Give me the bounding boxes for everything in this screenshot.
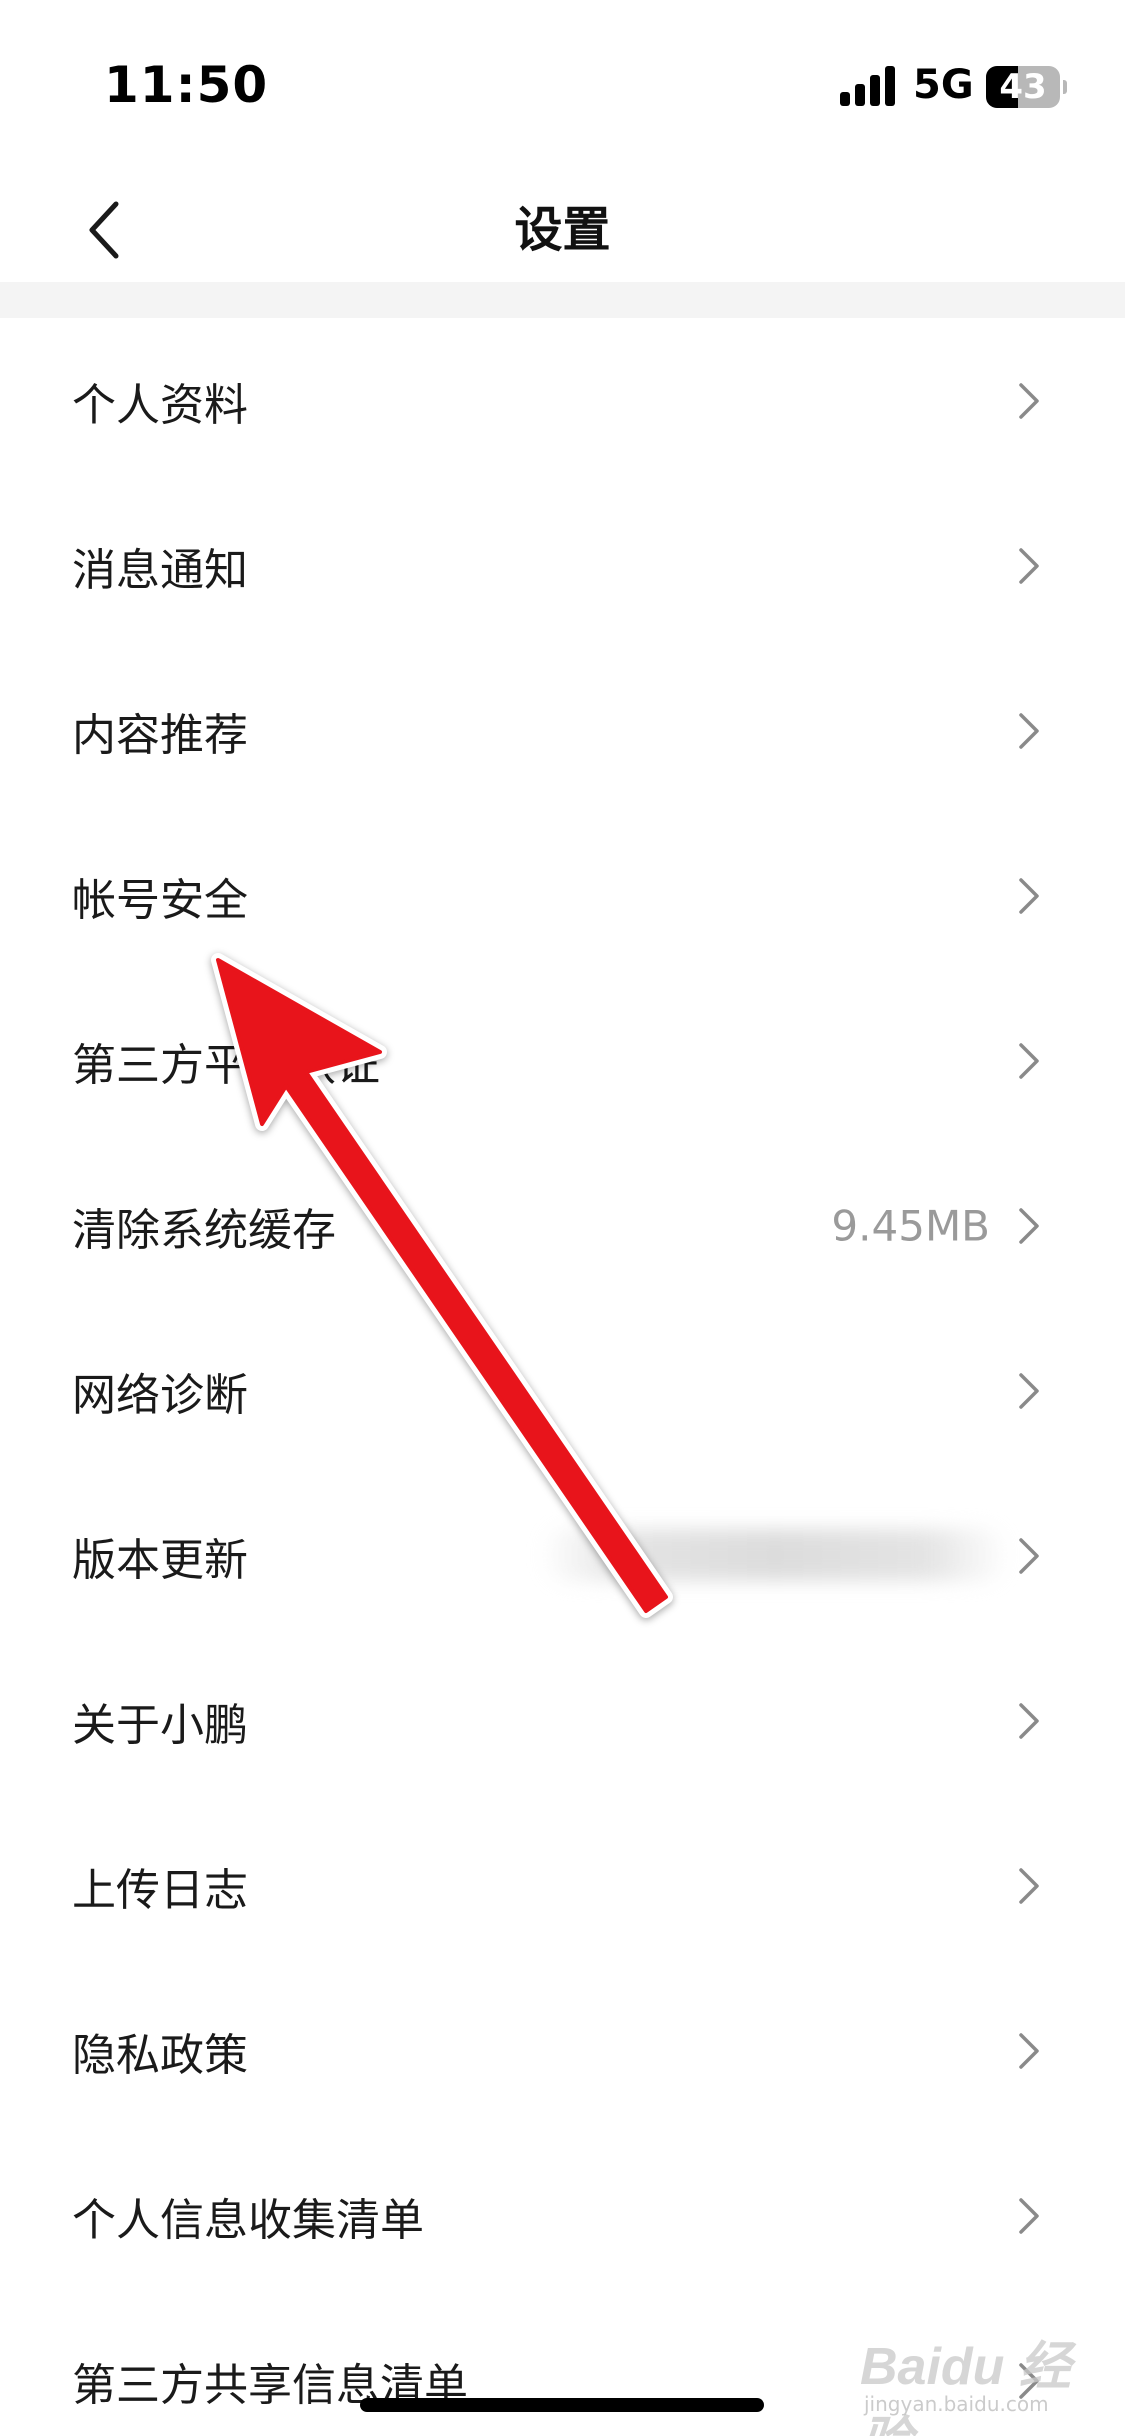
chevron-right-icon — [1019, 1207, 1039, 1244]
chevron-right-icon — [1019, 712, 1039, 749]
chevron-right-icon — [1019, 877, 1039, 914]
battery-icon: 43 — [986, 66, 1067, 108]
chevron-right-icon — [1019, 1702, 1039, 1739]
settings-item-privacy-policy[interactable]: 隐私政策 — [0, 1968, 1125, 2133]
settings-item-upload-log[interactable]: 上传日志 — [0, 1803, 1125, 1968]
settings-item-label: 帐号安全 — [72, 874, 248, 926]
chevron-right-icon — [1019, 547, 1039, 584]
settings-item-personal-info-list[interactable]: 个人信息收集清单 — [0, 2133, 1125, 2298]
settings-item-about[interactable]: 关于小鹏 — [0, 1638, 1125, 1803]
settings-item-notifications[interactable]: 消息通知 — [0, 483, 1125, 648]
settings-item-label: 隐私政策 — [72, 2029, 248, 2081]
nav-bar: 设置 — [0, 140, 1125, 282]
chevron-right-icon — [1019, 1372, 1039, 1409]
settings-item-account-security[interactable]: 帐号安全 — [0, 813, 1125, 978]
settings-item-content-recommendation[interactable]: 内容推荐 — [0, 648, 1125, 813]
settings-item-label: 第三方平台认证 — [72, 1039, 380, 1091]
settings-item-clear-cache[interactable]: 清除系统缓存 9.45MB — [0, 1143, 1125, 1308]
home-indicator[interactable] — [360, 2398, 764, 2412]
watermark-text: Baidu 经验 — [860, 2338, 1071, 2436]
settings-item-label: 关于小鹏 — [72, 1699, 248, 1751]
chevron-right-icon — [1019, 2032, 1039, 2069]
battery-percent: 43 — [999, 67, 1047, 107]
watermark-url: jingyan.baidu.com — [864, 2392, 1049, 2416]
chevron-right-icon — [1019, 1867, 1039, 1904]
signal-icon — [840, 66, 895, 106]
chevron-right-icon — [1019, 382, 1039, 419]
status-time: 11:50 — [104, 56, 269, 114]
section-divider — [0, 282, 1125, 318]
settings-item-label: 网络诊断 — [72, 1369, 248, 1421]
settings-item-label: 内容推荐 — [72, 709, 248, 761]
settings-item-label: 清除系统缓存 — [72, 1204, 336, 1256]
cache-size-value: 9.45MB — [831, 1201, 990, 1250]
settings-item-profile[interactable]: 个人资料 — [0, 318, 1125, 483]
chevron-right-icon — [1019, 1537, 1039, 1574]
settings-item-version-update[interactable]: 版本更新 — [0, 1473, 1125, 1638]
settings-item-third-party-auth[interactable]: 第三方平台认证 — [0, 978, 1125, 1143]
settings-item-label: 上传日志 — [72, 1864, 248, 1916]
settings-list: 个人资料 消息通知 内容推荐 帐号安全 第三方平台认证 清除系统缓存 9.45M… — [0, 318, 1125, 2436]
chevron-right-icon — [1019, 1042, 1039, 1079]
settings-item-network-diagnosis[interactable]: 网络诊断 — [0, 1308, 1125, 1473]
settings-item-label: 版本更新 — [72, 1534, 248, 1586]
baidu-watermark: Baidu 经验 jingyan.baidu.com — [860, 2320, 1100, 2436]
obscured-version-value — [540, 1529, 1010, 1581]
settings-item-label: 消息通知 — [72, 544, 248, 596]
chevron-right-icon — [1019, 2197, 1039, 2234]
settings-item-label: 个人信息收集清单 — [72, 2194, 424, 2246]
status-bar: 11:50 5G 43 — [0, 0, 1125, 140]
network-type: 5G — [913, 62, 974, 108]
settings-item-label: 个人资料 — [72, 379, 248, 431]
page-title: 设置 — [514, 202, 611, 258]
